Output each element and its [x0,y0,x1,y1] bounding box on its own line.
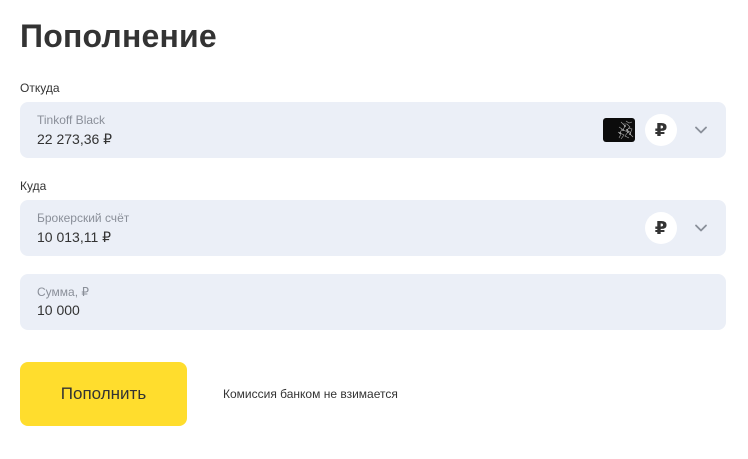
from-account-balance: 22 273,36 ₽ [37,131,113,147]
to-label: Куда [20,179,47,193]
commission-note: Комиссия банком не взимается [223,387,398,401]
to-account-select[interactable]: Брокерский счёт 10 013,11 ₽ ₽ [20,200,726,256]
page-title: Пополнение [20,18,217,54]
from-account-name: Tinkoff Black [37,113,106,127]
amount-input[interactable] [37,302,437,318]
ruble-currency-icon: ₽ [645,212,677,244]
from-label: Откуда [20,81,60,95]
amount-caption: Сумма, ₽ [37,285,90,299]
chevron-down-icon [695,126,707,134]
top-up-button[interactable]: Пополнить [20,362,187,426]
amount-field[interactable]: Сумма, ₽ [20,274,726,330]
card-icon [603,118,635,142]
from-account-select[interactable]: Tinkoff Black 22 273,36 ₽ ₽ [20,102,726,158]
to-account-balance: 10 013,11 ₽ [37,229,112,245]
ruble-currency-icon: ₽ [645,114,677,146]
chevron-down-icon [695,224,707,232]
to-account-name: Брокерский счёт [37,211,130,225]
